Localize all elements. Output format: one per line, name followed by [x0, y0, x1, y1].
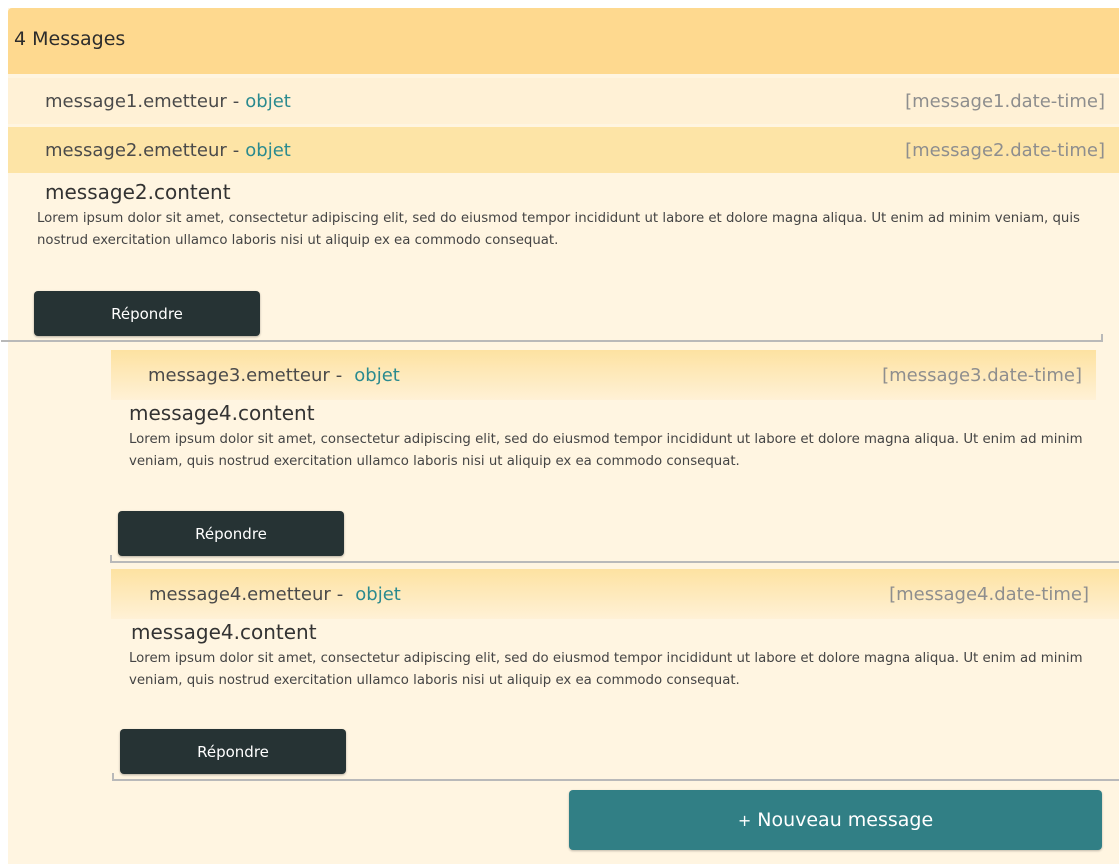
message-sender: message2.emetteur — [45, 139, 227, 161]
message-subject: objet — [354, 364, 400, 386]
new-message-label: Nouveau message — [757, 809, 934, 831]
message-subject: objet — [245, 139, 291, 161]
message-subject: objet — [355, 583, 401, 605]
divider-end — [1101, 334, 1103, 342]
plus-icon: + — [737, 810, 752, 830]
message-datetime: [message4.date-time] — [889, 583, 1089, 605]
message-separator: - — [232, 139, 240, 161]
new-message-button[interactable]: + Nouveau message — [569, 790, 1102, 850]
divider — [1, 340, 1103, 342]
message-header-2[interactable]: message2.emetteur - objet [message2.date… — [8, 127, 1119, 173]
message-header-4[interactable]: message4.emetteur - objet [message4.date… — [111, 569, 1119, 619]
message-header-1[interactable]: message1.emetteur - objet [message1.date… — [8, 78, 1119, 124]
message-datetime: [message2.date-time] — [905, 139, 1105, 161]
message-sender: message1.emetteur — [45, 90, 227, 112]
message-datetime: [message3.date-time] — [882, 364, 1082, 386]
message-content-text: Lorem ipsum dolor sit amet, consectetur … — [37, 211, 1080, 248]
reply-button[interactable]: Répondre — [118, 511, 344, 556]
panel-title: 4 Messages — [14, 28, 126, 50]
message-content-title: message4.content — [129, 401, 315, 425]
message-subject: objet — [245, 90, 291, 112]
reply-button[interactable]: Répondre — [120, 729, 346, 774]
message-sender: message4.emetteur — [149, 583, 331, 605]
message-header-3[interactable]: message3.emetteur - objet [message3.date… — [111, 350, 1096, 400]
message-content-title: message2.content — [45, 180, 231, 204]
divider — [112, 779, 1119, 781]
message-separator: - — [335, 364, 343, 386]
message-datetime: [message1.date-time] — [905, 90, 1105, 112]
panel-header: 4 Messages — [8, 8, 1119, 74]
message-content-text: Lorem ipsum dolor sit amet, consectetur … — [129, 432, 1083, 469]
divider — [110, 561, 1119, 563]
message-sender: message3.emetteur — [148, 364, 330, 386]
message-content-title: message4.content — [131, 620, 317, 644]
message-separator: - — [336, 583, 344, 605]
message-content-text: Lorem ipsum dolor sit amet, consectetur … — [129, 651, 1083, 688]
messages-panel: 4 Messages message1.emetteur - objet [me… — [1, 8, 1119, 864]
reply-button[interactable]: Répondre — [34, 291, 260, 336]
message-separator: - — [232, 90, 240, 112]
